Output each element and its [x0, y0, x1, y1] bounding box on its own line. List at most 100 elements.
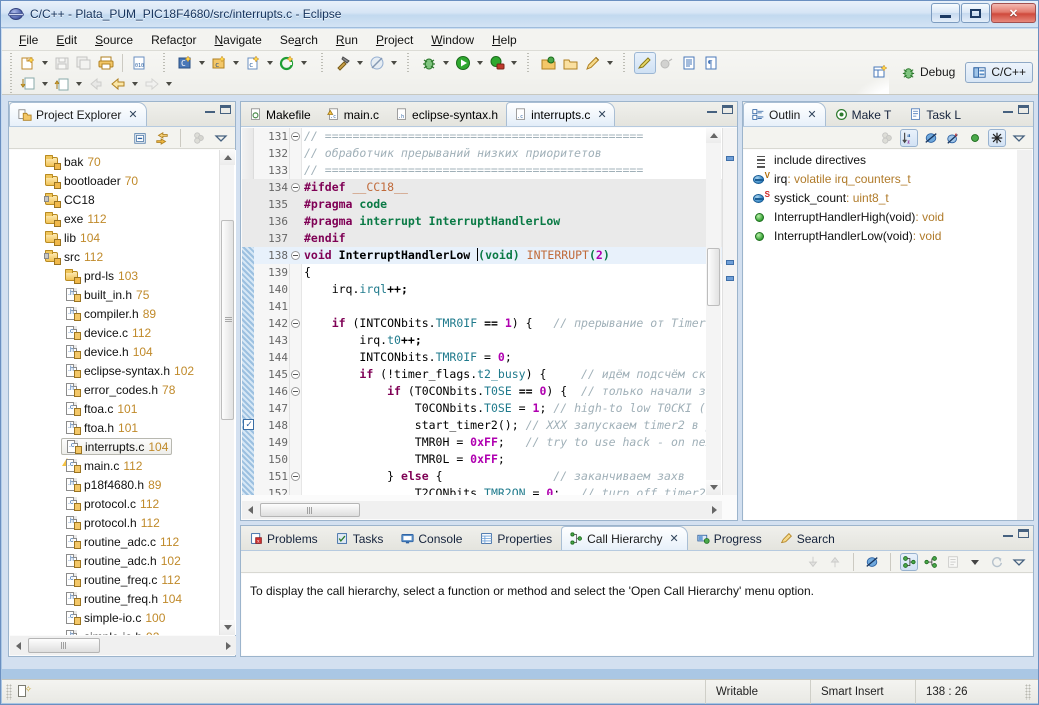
close-icon[interactable]: ✕: [597, 108, 606, 121]
tree-item[interactable]: .hp18f4680.h89: [10, 475, 236, 494]
link-with-editor-button[interactable]: [153, 129, 171, 147]
fold-toggle-icon[interactable]: [291, 251, 300, 260]
bottom-tab-properties[interactable]: Properties: [471, 526, 561, 550]
new-c-project-dropdown[interactable]: [230, 53, 242, 73]
code-line[interactable]: 136#pragma interrupt InterruptHandlerLow: [242, 213, 722, 230]
code-line[interactable]: 135#pragma code: [242, 196, 722, 213]
code-line[interactable]: 146 if (T0CONbits.T0SE == 0) { // только…: [242, 383, 722, 400]
outline-item[interactable]: InterruptHandlerHigh(void) : void: [744, 207, 1018, 226]
back-button[interactable]: [107, 73, 129, 95]
clean-dropdown[interactable]: [388, 53, 400, 73]
code-line[interactable]: 140 irq.irql++;: [242, 281, 722, 298]
print-button[interactable]: [95, 52, 117, 74]
tree-item[interactable]: .croutine_adc.c112: [10, 532, 236, 551]
menu-source[interactable]: Source: [86, 31, 142, 49]
collapse-all-button[interactable]: [131, 129, 149, 147]
fold-toggle-icon[interactable]: [291, 183, 300, 192]
run-dropdown[interactable]: [474, 53, 486, 73]
editor-tab-eclipse-syntax-h[interactable]: .heclipse-syntax.h: [387, 102, 506, 126]
bookmark-marker[interactable]: ✓: [243, 419, 254, 430]
code-line[interactable]: 151 } else { // заканчиваем захв: [242, 468, 722, 485]
outline-vscrollbar[interactable]: [1017, 150, 1032, 520]
code-line[interactable]: 149 TMR0H = 0xFF; // try to use hack - o…: [242, 434, 722, 451]
tree-item[interactable]: .cftoa.c101: [10, 399, 236, 418]
tree-item[interactable]: .cprotocol.c112: [10, 494, 236, 513]
save-all-button[interactable]: [73, 52, 95, 74]
show-callers-button[interactable]: [900, 553, 918, 571]
editor-scroll-up-button[interactable]: [706, 128, 721, 143]
new-wizard-button[interactable]: [17, 52, 39, 74]
view-menu-button[interactable]: [1010, 553, 1028, 571]
code-line[interactable]: 134#ifdef __CC18__: [242, 179, 722, 196]
tree-item[interactable]: .croutine_freq.c112: [10, 570, 236, 589]
tree-item[interactable]: .herror_codes.h78: [10, 380, 236, 399]
forward-dropdown[interactable]: [163, 74, 175, 94]
focus-on-active-task-button[interactable]: [190, 129, 208, 147]
clean-button[interactable]: [366, 52, 388, 74]
next-match-button[interactable]: [804, 553, 822, 571]
open-element-button[interactable]: 010: [128, 52, 150, 74]
tree-item[interactable]: .cinterrupts.c104: [10, 437, 236, 456]
toolbar-grip-3[interactable]: [320, 53, 325, 73]
forward-button[interactable]: [141, 73, 163, 95]
debug-dropdown[interactable]: [440, 53, 452, 73]
tree-item[interactable]: src112: [10, 247, 236, 266]
fold-toggle-icon[interactable]: [291, 387, 300, 396]
previous-match-button[interactable]: [826, 553, 844, 571]
scroll-up-button[interactable]: [220, 150, 235, 165]
focus-on-active-task-button[interactable]: [878, 129, 896, 147]
tree-item[interactable]: .hftoa.h101: [10, 418, 236, 437]
code-line[interactable]: 150 TMR0L = 0xFF;: [242, 451, 722, 468]
editor-scroll-left-button[interactable]: [242, 502, 258, 518]
scroll-left-button[interactable]: [10, 637, 26, 654]
bottom-tab-problems[interactable]: xProblems: [241, 526, 327, 550]
outline-item[interactable]: include directives: [744, 150, 1018, 169]
close-button[interactable]: ✕: [991, 3, 1036, 23]
close-icon[interactable]: ✕: [128, 108, 137, 121]
close-icon[interactable]: ✕: [807, 108, 816, 121]
code-line[interactable]: 139{: [242, 264, 722, 281]
tree-item[interactable]: .hdevice.h104: [10, 342, 236, 361]
code-editor[interactable]: 131// ==================================…: [242, 128, 722, 495]
build-hammer-button[interactable]: [332, 52, 354, 74]
sort-button[interactable]: az: [900, 129, 918, 147]
tree-item[interactable]: .hcompiler.h89: [10, 304, 236, 323]
outline-item[interactable]: Virq : volatile irq_counters_t: [744, 169, 1018, 188]
overview-marker[interactable]: [726, 260, 734, 265]
overview-ruler[interactable]: [722, 128, 737, 495]
toolbar-grip-4[interactable]: [406, 53, 411, 73]
menu-run[interactable]: Run: [327, 31, 367, 49]
back-history-button[interactable]: [85, 73, 107, 95]
minimize-view-button[interactable]: [205, 106, 215, 113]
editor-scroll-thumb[interactable]: [707, 248, 720, 306]
outline-tree[interactable]: include directivesVirq : volatile irq_co…: [744, 150, 1018, 520]
code-line[interactable]: 142 if (INTCONbits.TMR0IF == 1) { // пре…: [242, 315, 722, 332]
toolbar-grip-6[interactable]: [622, 53, 627, 73]
bottom-tab-console[interactable]: Console: [392, 526, 471, 550]
perspective-cpp[interactable]: C/C++: [965, 62, 1033, 83]
external-tools-button[interactable]: [486, 52, 508, 74]
tree-item[interactable]: CC18: [10, 190, 236, 209]
toolbar-grip[interactable]: [9, 53, 14, 73]
fold-toggle-icon[interactable]: [291, 132, 300, 141]
code-line[interactable]: 131// ==================================…: [242, 128, 722, 145]
minimize-bottom-button[interactable]: [1003, 530, 1013, 537]
menu-navigate[interactable]: Navigate: [205, 31, 270, 49]
tree-item[interactable]: bak70: [10, 152, 236, 171]
code-line[interactable]: 152 T2CONbits.TMR2ON = 0; // turn off ti…: [242, 485, 722, 495]
editor-tab-makefile[interactable]: Makefile: [241, 102, 319, 126]
tab-project-explorer[interactable]: Project Explorer ✕: [9, 102, 147, 126]
project-tree-hscrollbar[interactable]: [10, 636, 236, 655]
build-hammer-dropdown[interactable]: [354, 53, 366, 73]
bottom-tab-call-hierarchy[interactable]: Call Hierarchy✕: [561, 526, 688, 550]
editor-scroll-down-button[interactable]: [706, 480, 721, 495]
outline-item[interactable]: Ssystick_count : uint8_t: [744, 188, 1018, 207]
view-menu-button[interactable]: [1010, 129, 1028, 147]
previous-annotation-button[interactable]: [17, 73, 39, 95]
code-line[interactable]: 138void InterruptHandlerLow (void) INTER…: [242, 247, 722, 264]
tree-item[interactable]: .hsimple-io.h92: [10, 627, 236, 635]
fold-toggle-icon[interactable]: [291, 472, 300, 481]
bottom-tab-search[interactable]: Search: [771, 526, 844, 550]
tree-item[interactable]: exe112: [10, 209, 236, 228]
tree-item[interactable]: .csimple-io.c100: [10, 608, 236, 627]
